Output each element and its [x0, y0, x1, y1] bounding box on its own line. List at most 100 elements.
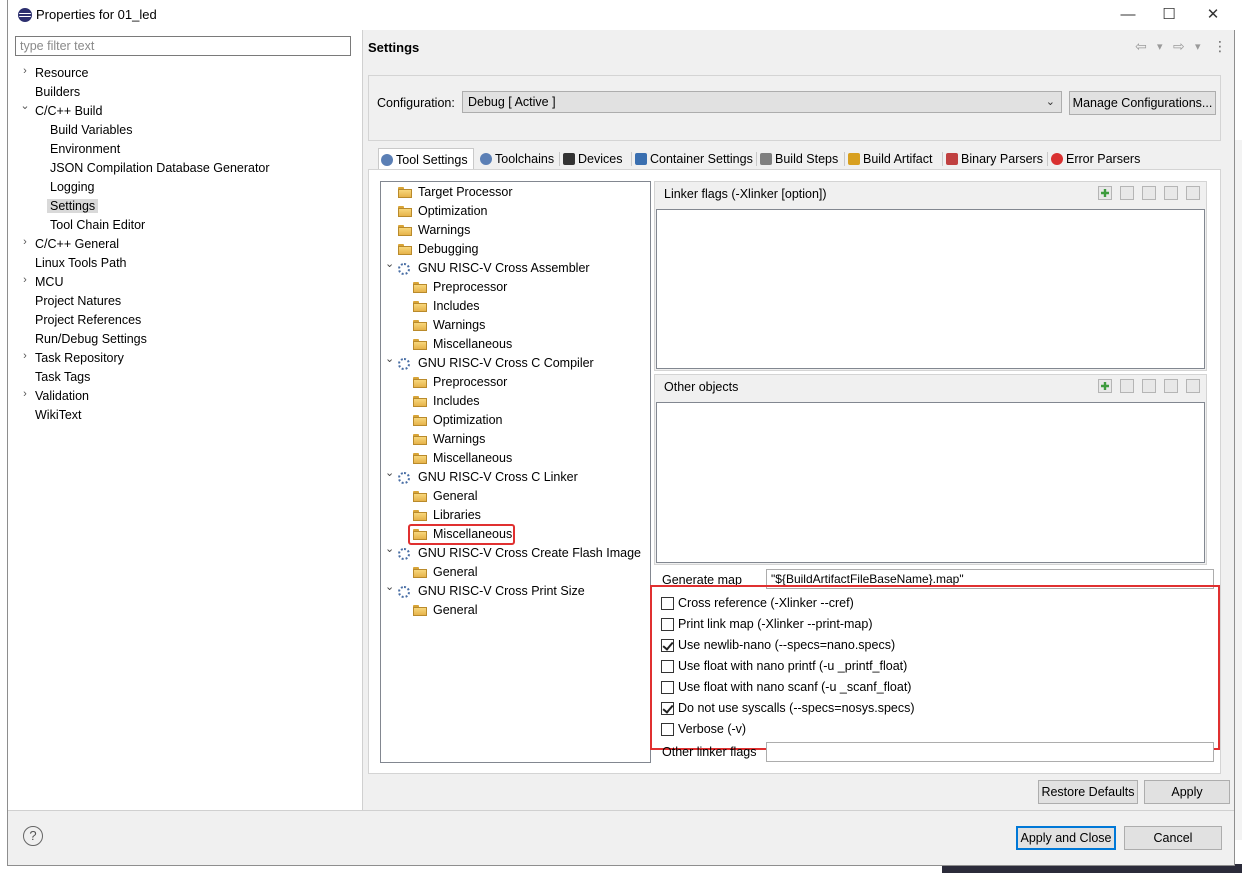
nav-item-logging[interactable]: Logging — [50, 178, 95, 197]
tool-tree-item[interactable]: Preprocessor — [433, 278, 507, 297]
tool-tree-item[interactable]: Preprocessor — [433, 373, 507, 392]
tool-tree-tool[interactable]: GNU RISC-V Cross Print Size — [418, 582, 585, 601]
tool-tree-item[interactable]: General — [433, 563, 477, 582]
add-icon[interactable] — [1098, 379, 1112, 393]
nav-item-task-repository[interactable]: Task Repository — [35, 349, 124, 368]
chevron-down-icon[interactable]: ⌄ — [385, 580, 394, 593]
chevron-down-icon[interactable]: ⌄ — [20, 99, 30, 112]
tool-tree-tool[interactable]: GNU RISC-V Cross C Linker — [418, 468, 578, 487]
linker-flags-listbox[interactable] — [656, 209, 1205, 369]
nav-item-task-tags[interactable]: Task Tags — [35, 368, 90, 387]
nav-item-json-compilation-database-generator[interactable]: JSON Compilation Database Generator — [50, 159, 270, 178]
folder-icon — [413, 301, 427, 312]
nav-item-environment[interactable]: Environment — [50, 140, 120, 159]
nav-item-mcu[interactable]: MCU — [35, 273, 63, 292]
tool-settings-tree: Target Processor Optimization Warnings Debu… — [380, 181, 651, 763]
tool-tree-item[interactable]: General — [433, 601, 477, 620]
chevron-down-icon[interactable]: ⌄ — [385, 466, 394, 479]
tab-build-steps[interactable]: Build Steps — [758, 148, 843, 170]
nav-item-project-natures[interactable]: Project Natures — [35, 292, 121, 311]
tool-tree-item[interactable]: Miscellaneous — [433, 335, 512, 354]
tab-separator — [844, 152, 845, 166]
nav-item-validation[interactable]: Validation — [35, 387, 89, 406]
other-objects-listbox[interactable] — [656, 402, 1205, 563]
tool-tree-item[interactable]: Includes — [433, 392, 480, 411]
tool-tree-tool[interactable]: GNU RISC-V Cross Create Flash Image — [418, 544, 641, 563]
tab-label: Toolchains — [495, 152, 555, 166]
chevron-right-icon[interactable]: › — [20, 236, 30, 248]
view-menu-icon[interactable]: ⋮ — [1213, 38, 1227, 55]
minimize-button[interactable]: — — [1108, 4, 1148, 26]
nav-item-linux-tools-path[interactable]: Linux Tools Path — [35, 254, 127, 273]
tool-tree-item[interactable]: Optimization — [418, 202, 487, 221]
tab-devices[interactable]: Devices — [561, 148, 630, 170]
move-down-icon[interactable] — [1186, 379, 1200, 393]
nav-item-builders[interactable]: Builders — [35, 83, 80, 102]
tab-error-parsers[interactable]: Error Parsers — [1049, 148, 1144, 170]
nav-item-c-c-general[interactable]: C/C++ General — [35, 235, 119, 254]
add-icon[interactable] — [1098, 186, 1112, 200]
chevron-down-icon[interactable]: ⌄ — [385, 352, 394, 365]
edit-icon[interactable] — [1142, 186, 1156, 200]
forward-dropdown-icon[interactable]: ▾ — [1195, 40, 1201, 53]
back-arrow-icon[interactable]: ⇦ — [1135, 38, 1147, 55]
move-down-icon[interactable] — [1186, 186, 1200, 200]
tool-tree-tool[interactable]: GNU RISC-V Cross C Compiler — [418, 354, 594, 373]
tab-toolchains[interactable]: Toolchains — [478, 148, 558, 170]
tab-build-artifact[interactable]: Build Artifact — [846, 148, 941, 170]
binary-parsers-icon — [946, 153, 958, 165]
help-icon[interactable]: ? — [23, 826, 43, 846]
configuration-value: Debug [ Active ] — [468, 95, 556, 109]
tool-tree-item[interactable]: Warnings — [418, 221, 470, 240]
tool-tree-item[interactable]: Libraries — [433, 506, 481, 525]
tool-tree-item[interactable]: Warnings — [433, 316, 485, 335]
move-up-icon[interactable] — [1164, 379, 1178, 393]
tool-tree-tool[interactable]: GNU RISC-V Cross Assembler — [418, 259, 590, 278]
tool-tree-item[interactable]: Warnings — [433, 430, 485, 449]
nav-item-build-variables[interactable]: Build Variables — [50, 121, 132, 140]
chevron-right-icon[interactable]: › — [20, 388, 30, 400]
maximize-button[interactable]: ☐ — [1149, 4, 1189, 26]
back-dropdown-icon[interactable]: ▾ — [1157, 40, 1163, 53]
restore-defaults-button[interactable]: Restore Defaults — [1038, 780, 1138, 804]
nav-item-resource[interactable]: Resource — [35, 64, 89, 83]
other-linker-flags-input[interactable] — [766, 742, 1214, 762]
nav-item-tool-chain-editor[interactable]: Tool Chain Editor — [50, 216, 145, 235]
delete-icon[interactable] — [1120, 186, 1134, 200]
tool-tree-item[interactable]: General — [433, 487, 477, 506]
tab-label: Binary Parsers — [961, 152, 1043, 166]
nav-item-settings[interactable]: Settings — [47, 197, 99, 216]
close-button[interactable]: ✕ — [1193, 4, 1233, 26]
nav-item-label: C/C++ General — [35, 237, 120, 251]
tool-tree-item[interactable]: Miscellaneous — [433, 449, 512, 468]
apply-and-close-button[interactable]: Apply and Close — [1016, 826, 1116, 850]
chevron-right-icon[interactable]: › — [20, 350, 30, 362]
tool-tree-item[interactable]: Includes — [433, 297, 480, 316]
nav-item-wikitext[interactable]: WikiText — [35, 406, 82, 425]
delete-icon[interactable] — [1120, 379, 1134, 393]
error-parsers-icon — [1051, 153, 1063, 165]
other-linker-flags-label: Other linker flags — [662, 745, 757, 759]
edit-icon[interactable] — [1142, 379, 1156, 393]
tab-binary-parsers[interactable]: Binary Parsers — [944, 148, 1046, 170]
chevron-right-icon[interactable]: › — [20, 274, 30, 286]
tool-tree-item[interactable]: Debugging — [418, 240, 478, 259]
page-title: Settings — [368, 40, 420, 55]
chevron-down-icon[interactable]: ⌄ — [385, 542, 394, 555]
chevron-right-icon[interactable]: › — [20, 65, 30, 77]
nav-item-run-debug-settings[interactable]: Run/Debug Settings — [35, 330, 147, 349]
filter-input[interactable] — [15, 36, 351, 56]
configuration-select[interactable]: Debug [ Active ] ⌄ — [462, 91, 1062, 113]
apply-button[interactable]: Apply — [1144, 780, 1230, 804]
nav-item-c-c-build[interactable]: C/C++ Build — [35, 102, 102, 121]
chevron-down-icon[interactable]: ⌄ — [385, 257, 394, 270]
move-up-icon[interactable] — [1164, 186, 1178, 200]
tool-tree-item[interactable]: Optimization — [433, 411, 502, 430]
tab-container-settings[interactable]: Container Settings — [633, 148, 755, 170]
manage-configurations-button[interactable]: Manage Configurations... — [1069, 91, 1216, 115]
tool-tree-item[interactable]: Target Processor — [418, 183, 512, 202]
nav-item-project-references[interactable]: Project References — [35, 311, 141, 330]
forward-arrow-icon[interactable]: ⇨ — [1173, 38, 1185, 55]
tab-tool-settings[interactable]: Tool Settings — [378, 148, 474, 170]
cancel-button[interactable]: Cancel — [1124, 826, 1222, 850]
